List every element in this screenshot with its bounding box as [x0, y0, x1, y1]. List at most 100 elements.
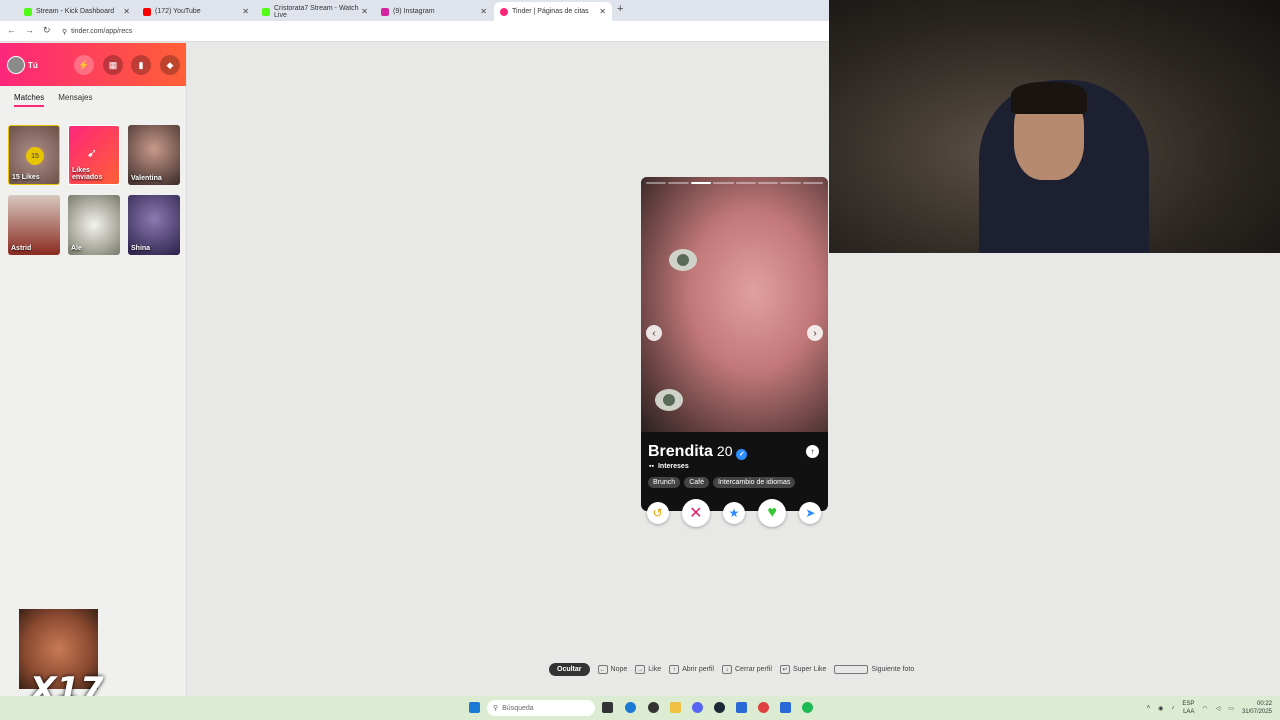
- sent-heart-icon: ➹: [87, 146, 98, 160]
- shortcut-label: Cerrar perfil: [735, 666, 772, 673]
- taskbar-search[interactable]: ⚲ Búsqueda: [487, 700, 595, 716]
- shortcut-label: Super Like: [792, 666, 827, 673]
- interests-heading: ▪▪ Intereses: [649, 463, 689, 470]
- lang-code: ESP: [1182, 701, 1195, 707]
- sent-likes-card[interactable]: ➹ Likes enviados: [68, 125, 120, 185]
- back-icon[interactable]: ←: [7, 25, 16, 35]
- sidebar-tabs: Matches Mensajes: [14, 93, 92, 107]
- site-info-icon[interactable]: ⚲: [62, 28, 67, 36]
- forward-icon[interactable]: →: [25, 25, 34, 35]
- lang-layout: LAA: [1183, 709, 1195, 715]
- likes-count-badge: 15: [26, 147, 44, 165]
- chrome-icon[interactable]: [648, 702, 659, 713]
- interest-chip: Café: [684, 477, 709, 488]
- photo-detail: [655, 389, 683, 411]
- network-icon[interactable]: ◉: [1158, 705, 1163, 712]
- chevron-up-icon[interactable]: ˄: [1147, 705, 1151, 711]
- card-label: Ale: [71, 245, 82, 252]
- up-key-icon: ↑: [669, 665, 680, 674]
- like-button[interactable]: ♥: [758, 499, 787, 527]
- app-icon[interactable]: [736, 702, 747, 713]
- shortcut-open-profile: ↑ Abrir perfil: [669, 665, 714, 674]
- briefcase-icon[interactable]: ▮: [131, 55, 151, 75]
- close-icon[interactable]: ✕: [599, 7, 606, 16]
- clock[interactable]: 00:22 31/07/2025: [1242, 700, 1272, 716]
- close-icon[interactable]: ✕: [480, 7, 487, 16]
- tab-kick-stream[interactable]: Cristorata7 Stream - Watch Live ✕: [256, 2, 374, 21]
- shortcut-label: Nope: [610, 666, 628, 673]
- tab-messages[interactable]: Mensajes: [58, 93, 92, 107]
- sidebar-header: Tú ⚡ ▦ ▮ ◆: [0, 43, 186, 86]
- address-bar: ← → ↻ ⚲ tinder.com/app/recs: [0, 21, 829, 42]
- photo-progress-segment: [690, 182, 712, 184]
- profile-link[interactable]: Tú: [28, 61, 38, 70]
- shortcut-label: Like: [648, 666, 662, 673]
- open-profile-icon[interactable]: ↑: [806, 445, 819, 458]
- tab-instagram[interactable]: (9) Instagram ✕: [375, 2, 493, 21]
- edge-icon[interactable]: [625, 702, 636, 713]
- photo-progress-segment: [713, 182, 734, 184]
- likes-card[interactable]: 15 15 Likes: [8, 125, 60, 185]
- close-icon[interactable]: ✕: [361, 7, 368, 16]
- instagram-icon: [381, 7, 389, 16]
- tab-matches[interactable]: Matches: [14, 93, 45, 107]
- match-card[interactable]: Valentina: [128, 125, 180, 185]
- hide-shortcuts-button[interactable]: Ocultar: [549, 663, 590, 676]
- match-card[interactable]: Ale: [68, 195, 120, 255]
- match-card[interactable]: Astrid: [8, 195, 60, 255]
- wifi-icon[interactable]: ◠: [1202, 705, 1207, 712]
- windows-start-icon[interactable]: [469, 702, 480, 713]
- boost-icon[interactable]: ⚡: [74, 55, 94, 75]
- windows-taskbar: ⚲ Búsqueda ˄ ◉ ♪ ESP LAA ◠ ◁ ▭ 00:22 31/…: [0, 696, 1280, 720]
- space-key-icon: [834, 665, 869, 674]
- card-label: Shina: [131, 245, 151, 252]
- card-label: 15 Likes: [12, 174, 40, 181]
- language-indicator[interactable]: ESP LAA: [1182, 700, 1194, 716]
- shortcut-like: → Like: [635, 665, 661, 674]
- card-label: Valentina: [131, 175, 162, 182]
- profile-photo[interactable]: ‹ ›: [641, 177, 828, 432]
- explore-icon[interactable]: ▦: [103, 55, 123, 75]
- card-label: Likes enviados: [72, 167, 103, 181]
- battery-icon[interactable]: ▭: [1228, 705, 1234, 712]
- close-icon[interactable]: ✕: [242, 7, 249, 16]
- tab-youtube[interactable]: (172) YouTube ✕: [137, 2, 255, 21]
- interests-chips: Brunch Café Intercambio de idiomas: [648, 477, 796, 488]
- volume-icon[interactable]: ◁: [1216, 705, 1221, 712]
- profile-card[interactable]: ‹ › Brendita 20 ✓ ↑ ▪▪ Intereses Brunch …: [641, 177, 828, 511]
- rewind-button[interactable]: ↺: [646, 502, 669, 524]
- spotify-icon[interactable]: [802, 702, 813, 713]
- shortcut-label: Siguiente foto: [871, 666, 915, 673]
- discord-icon[interactable]: [692, 702, 703, 713]
- profile-name: Brendita: [648, 443, 713, 460]
- close-icon[interactable]: ✕: [123, 7, 130, 16]
- photo-progress-segment: [780, 182, 801, 184]
- prev-photo-icon[interactable]: ‹: [646, 325, 662, 341]
- webcam-overlay: [829, 0, 1280, 253]
- shield-icon[interactable]: ◆: [160, 55, 180, 75]
- clock-date: 31/07/2025: [1241, 709, 1272, 715]
- url-field[interactable]: ⚲ tinder.com/app/recs: [62, 25, 132, 38]
- steam-icon[interactable]: [714, 702, 725, 713]
- youtube-icon: [143, 7, 151, 16]
- reload-icon[interactable]: ↻: [43, 25, 51, 36]
- avatar[interactable]: [7, 56, 25, 74]
- new-tab-button[interactable]: +: [617, 3, 623, 15]
- tab-tinder[interactable]: Tinder | Páginas de citas ✕: [494, 2, 612, 21]
- matches-grid: 15 15 Likes ➹ Likes enviados Valentina A…: [8, 125, 180, 255]
- streamer-hair: [1011, 82, 1087, 114]
- task-view-icon[interactable]: [602, 702, 613, 713]
- boost-button[interactable]: ➤: [799, 502, 822, 524]
- browser-tab-bar: Stream - Kick Dashboard ✕ (172) YouTube …: [0, 0, 829, 21]
- interests-label: Intereses: [657, 463, 689, 470]
- store-icon[interactable]: [780, 702, 791, 713]
- folder-icon[interactable]: [670, 702, 681, 713]
- nope-button[interactable]: ✕: [681, 499, 710, 527]
- photo-progress-segment: [757, 182, 779, 184]
- super-like-button[interactable]: ★: [722, 502, 745, 524]
- chrome-alt-icon[interactable]: [758, 702, 769, 713]
- next-photo-icon[interactable]: ›: [807, 325, 823, 341]
- mic-icon[interactable]: ♪: [1171, 705, 1174, 711]
- tab-kick-dashboard[interactable]: Stream - Kick Dashboard ✕: [18, 2, 136, 21]
- match-card[interactable]: Shina: [128, 195, 180, 255]
